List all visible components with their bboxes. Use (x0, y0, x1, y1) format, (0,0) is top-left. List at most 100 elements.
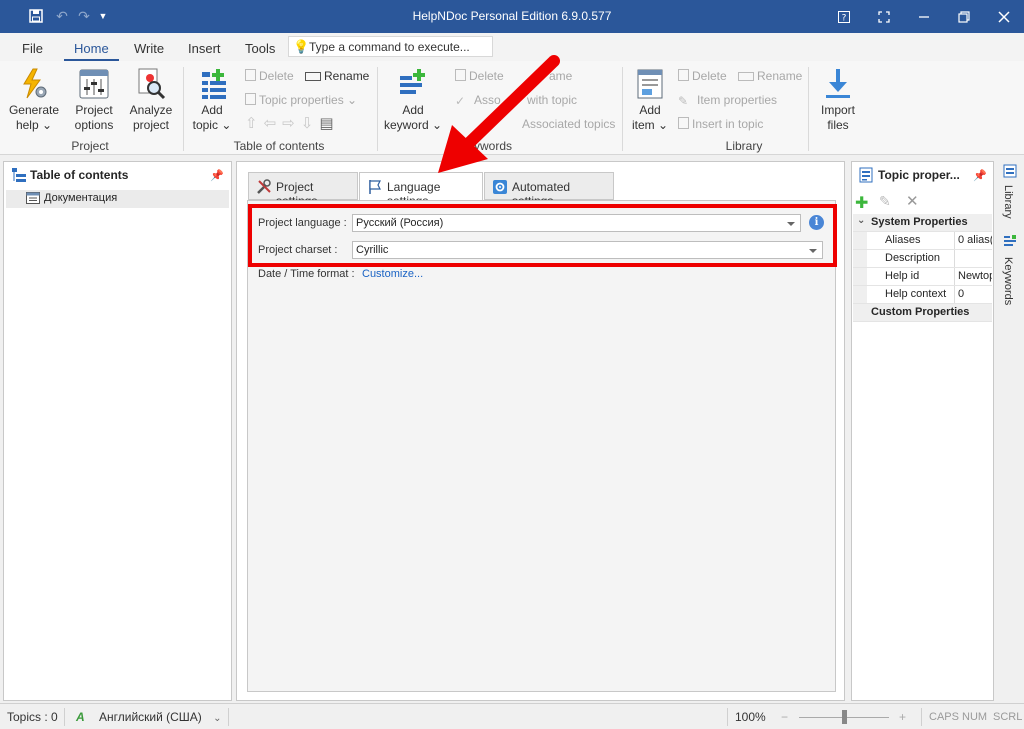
scrl-indicator: SCRL (993, 711, 1023, 723)
help-icon[interactable]: ? (824, 0, 864, 33)
spell-check-icon[interactable]: A (76, 710, 85, 724)
delete-property-icon[interactable]: ✕ (906, 192, 919, 210)
add-topic-label-1: Add (201, 103, 223, 117)
property-row[interactable]: Description (853, 250, 992, 268)
title-bar: ↶ ↷ ▼ HelpNDoc Personal Edition 6.9.0.57… (0, 0, 1024, 33)
library-icon (1003, 164, 1017, 181)
add-topic-button[interactable]: Add topic ⌄ (190, 67, 234, 133)
move-down-icon[interactable]: ⇩ (301, 115, 320, 132)
analyze-magnifier-icon (134, 67, 168, 101)
property-key: Aliases (867, 232, 955, 249)
restore-button[interactable] (944, 0, 984, 33)
tab-write[interactable]: Write (134, 41, 164, 56)
property-value (956, 250, 992, 252)
add-item-icon (633, 67, 667, 101)
topic-properties-header: Topic proper... (852, 162, 993, 189)
property-grid: ⌄ System Properties Aliases 0 alias( Desc… (853, 214, 992, 322)
properties-doc-icon (858, 167, 874, 186)
command-search-placeholder: Type a command to execute... (309, 40, 470, 54)
add-item-label-2: item ⌄ (631, 118, 669, 132)
language-settings-content: Project language : Русский (Россия) i Pr… (247, 200, 836, 692)
tab-file[interactable]: File (22, 41, 43, 56)
tab-home[interactable]: Home (64, 41, 119, 62)
status-separator (228, 708, 229, 726)
pencil-icon: ✎ (678, 94, 689, 108)
side-tab-keywords[interactable]: Keywords (1002, 257, 1014, 305)
side-tab-library[interactable]: Library (1002, 185, 1014, 219)
group-label-library: Library (725, 139, 763, 153)
import-files-button[interactable]: Import files (812, 67, 864, 133)
fullscreen-icon[interactable] (864, 0, 904, 33)
tab-project-settings[interactable]: Project settings (248, 172, 358, 208)
generate-help-button[interactable]: Generate help ⌄ (8, 67, 60, 133)
generate-help-label-2: help ⌄ (15, 118, 53, 132)
generate-help-label-1: Generate (8, 103, 60, 117)
sliders-icon (77, 67, 111, 101)
topics-count: Topics : 0 (7, 710, 58, 724)
toc-rename-button[interactable]: Rename (305, 67, 369, 85)
rename-icon (738, 72, 754, 81)
ribbon-separator (808, 67, 809, 151)
edit-property-icon[interactable]: ✎ (879, 193, 891, 210)
ribbon-separator (183, 67, 184, 151)
topic-properties-title: Topic proper... (878, 168, 960, 182)
item-properties-button[interactable]: ✎ Item properties (678, 91, 777, 109)
system-properties-header[interactable]: ⌄ System Properties (853, 214, 992, 232)
library-rename-button[interactable]: Rename (738, 67, 802, 85)
num-indicator: NUM (962, 711, 988, 723)
delete-doc-icon (678, 69, 689, 81)
project-options-label-1: Project (75, 103, 113, 117)
status-separator (727, 708, 728, 726)
insert-in-topic-button[interactable]: Insert in topic (678, 115, 763, 133)
command-search-input[interactable]: 💡 Type a command to execute... (288, 36, 493, 57)
property-row[interactable]: Help context 0 (853, 286, 992, 304)
analyze-project-label-2: project (132, 118, 170, 132)
analyze-project-button[interactable]: Analyze project (125, 67, 177, 133)
language-selector[interactable]: Английский (США) ⌄ (99, 710, 222, 724)
add-item-button[interactable]: Add item ⌄ (628, 67, 672, 133)
list-icon[interactable]: ▤ (319, 115, 339, 132)
toc-delete-button[interactable]: Delete (245, 67, 294, 85)
pin-icon[interactable]: 📌 (210, 169, 224, 182)
property-row[interactable]: Aliases 0 alias( (853, 232, 992, 250)
close-button[interactable] (984, 0, 1024, 33)
customize-link[interactable]: Customize... (362, 268, 423, 280)
group-label-toc: Table of contents (233, 139, 325, 153)
topic-properties-button[interactable]: Topic properties ⌄ (245, 91, 357, 109)
tab-insert[interactable]: Insert (188, 41, 221, 56)
toc-tree-item[interactable]: Документация (6, 190, 229, 208)
insert-icon (678, 117, 689, 129)
datetime-format-label: Date / Time format : (258, 268, 355, 280)
pin-icon[interactable]: 📌 (973, 169, 987, 182)
library-delete-button[interactable]: Delete (678, 67, 727, 85)
add-keyword-icon (396, 67, 430, 101)
toc-panel: Table of contents 📌 Документация (3, 161, 232, 701)
status-separator (64, 708, 65, 726)
zoom-slider-handle[interactable] (842, 710, 847, 724)
move-up-icon[interactable]: ⇧ (245, 115, 264, 132)
flag-icon (367, 179, 383, 195)
minimize-button[interactable] (904, 0, 944, 33)
red-arrow-annotation (438, 55, 560, 173)
property-value: 0 (958, 288, 965, 300)
side-tabs: Library Keywords (996, 161, 1024, 361)
property-value: 0 alias( (958, 234, 992, 246)
tab-tools[interactable]: Tools (245, 41, 275, 56)
custom-properties-header[interactable]: Custom Properties (853, 304, 992, 322)
move-right-icon[interactable]: ⇨ (282, 115, 301, 132)
toc-panel-title: Table of contents (30, 168, 129, 182)
collapse-icon: ⌄ (857, 215, 866, 226)
tools-icon (256, 179, 272, 195)
topic-properties-panel: Topic proper... 📌 ✚ ✎ ✕ ⌄ System Propert… (851, 161, 994, 701)
property-row[interactable]: Help id Newtop (853, 268, 992, 286)
zoom-out-icon[interactable]: − (781, 710, 788, 724)
custom-properties-label: Custom Properties (871, 306, 970, 318)
ribbon-separator (622, 67, 623, 151)
project-options-label-2: options (74, 118, 114, 132)
zoom-in-icon[interactable]: + (899, 710, 906, 724)
project-options-button[interactable]: Project options (68, 67, 120, 133)
rename-icon (305, 72, 321, 81)
move-left-icon[interactable]: ⇦ (264, 115, 283, 132)
add-property-icon[interactable]: ✚ (855, 193, 868, 213)
add-topic-label-2: topic ⌄ (192, 118, 232, 132)
